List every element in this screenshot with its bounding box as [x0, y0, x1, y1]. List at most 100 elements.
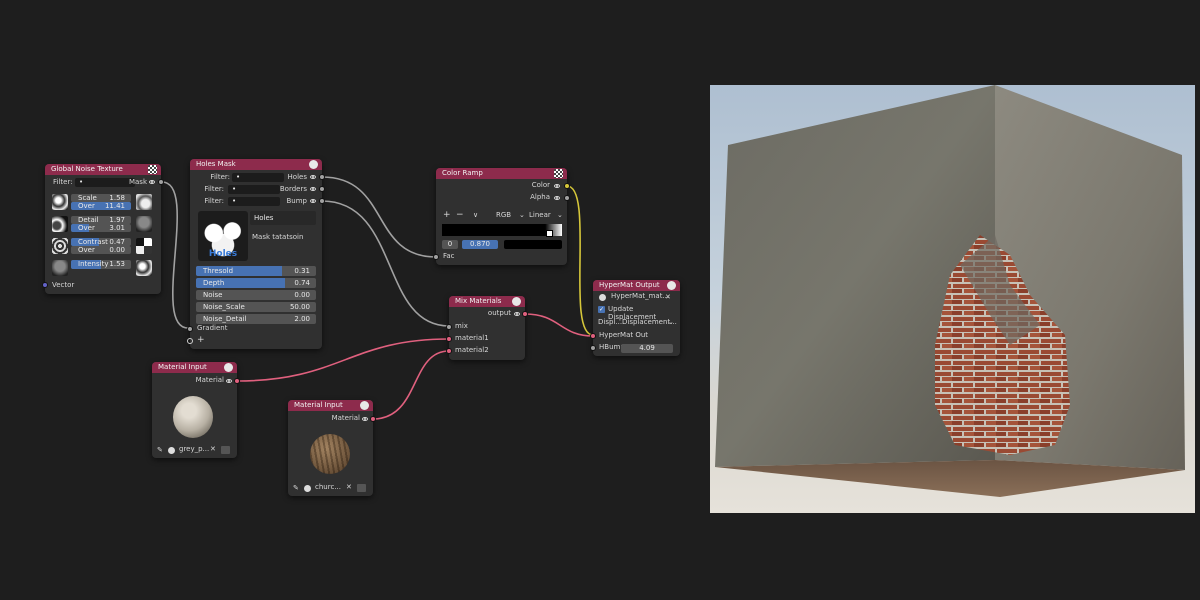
slider-value: 1.53 [109, 260, 125, 268]
slider-label: Noise [203, 291, 223, 299]
hbump-value-field[interactable]: 4.09 [621, 344, 673, 353]
bump-output-socket[interactable] [319, 198, 325, 204]
stop-index-field[interactable]: 0 [442, 240, 458, 249]
eye-icon[interactable] [362, 417, 368, 421]
mix-input-socket[interactable] [446, 324, 452, 330]
slider-value: 1.97 [109, 216, 125, 224]
link-bump-to-mix [321, 200, 450, 327]
noise-preview-thumbnail [136, 238, 152, 254]
node-header[interactable]: Holes Mask [190, 159, 322, 170]
add-socket-button[interactable]: + [197, 335, 205, 345]
noise-preview-thumbnail [52, 216, 68, 232]
update-displacement-checkbox[interactable]: ✓ [598, 306, 605, 313]
noise-preview-thumbnail [136, 194, 152, 210]
filter-field[interactable]: • [228, 185, 280, 194]
node-header[interactable]: Color Ramp [436, 168, 567, 179]
detail-over-slider[interactable]: Over 3.01 [71, 224, 131, 232]
noise-detail-slider[interactable]: Noise_Detail 2.00 [196, 314, 316, 324]
add-stop-button[interactable]: + [443, 211, 451, 220]
eye-icon[interactable] [310, 199, 316, 203]
material-icon [304, 485, 311, 492]
mask-output-label: Mask [128, 178, 147, 186]
eye-icon[interactable] [554, 196, 560, 200]
close-icon[interactable]: ✕ [210, 445, 216, 453]
filter-field[interactable]: • [232, 173, 284, 182]
color-ramp-node[interactable]: Color Ramp Color Alpha + − ∨ RGB ⌄ Linea… [433, 168, 570, 265]
node-header[interactable]: Global Noise Texture [45, 164, 161, 175]
slider-label: Over [78, 246, 95, 254]
interpolation-dropdown[interactable]: Linear [529, 211, 551, 220]
holes-mask-node[interactable]: Holes Mask Filter: • Holes Filter: • Bor… [187, 159, 325, 349]
material-output-socket[interactable] [370, 416, 376, 422]
borders-output-socket[interactable] [319, 186, 325, 192]
stop-position-field[interactable]: 0.870 [462, 240, 498, 249]
contrast-slider[interactable]: Contrast 0.47 [71, 238, 131, 246]
output-socket[interactable] [522, 311, 528, 317]
eye-icon[interactable] [310, 187, 316, 191]
ramp-menu-chevron[interactable]: ∨ [473, 211, 478, 220]
material-input-node-2[interactable]: Material Input Material ✎ churc... ✕ [288, 400, 376, 496]
material-output-socket[interactable] [234, 378, 240, 384]
fac-input-socket[interactable] [433, 254, 439, 260]
close-icon[interactable]: ✕ [346, 483, 352, 491]
preset-name-field[interactable]: Holes [250, 211, 316, 225]
material2-input-socket[interactable] [446, 348, 452, 354]
color-output-socket[interactable] [564, 183, 570, 189]
eye-icon[interactable] [149, 180, 155, 184]
noise-scale-slider[interactable]: Noise_Scale 50.00 [196, 302, 316, 312]
eye-icon[interactable] [226, 379, 232, 383]
global-noise-texture-node[interactable]: Global Noise Texture Filter: • Mask Scal… [42, 164, 164, 294]
node-header[interactable]: Material Input [152, 362, 237, 373]
material-name-field[interactable]: churc... [315, 483, 341, 491]
mask-output-socket[interactable] [158, 179, 164, 185]
detail-slider[interactable]: Detail 1.97 [71, 216, 131, 224]
browse-icon[interactable] [357, 484, 366, 492]
scale-over-slider[interactable]: Over 11.41 [71, 202, 131, 210]
contrast-over-slider[interactable]: Over 0.00 [71, 246, 131, 254]
node-header[interactable]: Mix Materials [449, 296, 525, 307]
hypermat-out-input-socket[interactable] [590, 333, 596, 339]
thresold-slider[interactable]: Thresold 0.31 [196, 266, 316, 276]
node-header[interactable]: Material Input [288, 400, 373, 411]
material-name-field[interactable]: HyperMat_mat... [611, 292, 669, 300]
edit-icon[interactable]: ✎ [157, 446, 163, 454]
mix-materials-node[interactable]: Mix Materials output mix material1 mater… [446, 296, 528, 360]
link-material2 [372, 350, 450, 420]
material-input-node-1[interactable]: Material Input Material ✎ grey_p... ✕ [152, 362, 240, 458]
eye-icon[interactable] [310, 175, 316, 179]
scale-slider[interactable]: Scale 1.58 [71, 194, 131, 202]
holes-output-socket[interactable] [319, 174, 325, 180]
preset-thumbnail[interactable]: Holes [198, 211, 248, 261]
hbump-input-socket[interactable] [590, 345, 596, 351]
depth-slider[interactable]: Depth 0.74 [196, 278, 316, 288]
gradient-input-socket[interactable] [187, 326, 193, 332]
node-header[interactable]: HyperMat Output [593, 280, 680, 291]
eye-icon[interactable] [554, 184, 560, 188]
filter-field[interactable]: • [75, 178, 135, 187]
intensity-slider[interactable]: Intensity 1.53 [71, 260, 131, 269]
color-stop-handle[interactable] [546, 230, 553, 237]
color-ramp-gradient[interactable] [442, 224, 562, 236]
stop-color-swatch[interactable] [504, 240, 562, 249]
eye-icon[interactable] [514, 312, 520, 316]
material1-input-socket[interactable] [446, 336, 452, 342]
node-group-icon [309, 160, 318, 169]
edit-icon[interactable]: ✎ [293, 484, 299, 492]
slider-value: 0.47 [109, 238, 125, 246]
alpha-output-socket[interactable] [564, 195, 570, 201]
vector-input-socket[interactable] [42, 282, 48, 288]
remove-stop-button[interactable]: − [456, 211, 464, 220]
hypermat-output-node[interactable]: HyperMat Output HyperMat_mat... ✕ ✓ Upda… [590, 280, 680, 356]
noise-slider[interactable]: Noise 0.00 [196, 290, 316, 300]
slider-label: Noise_Scale [203, 303, 245, 311]
filter-field[interactable]: • [228, 197, 280, 206]
close-icon[interactable]: ✕ [665, 292, 671, 302]
slider-label: Detail [78, 216, 99, 224]
color-mode-dropdown[interactable]: RGB [496, 211, 511, 220]
virtual-input-socket[interactable] [187, 338, 193, 344]
browse-icon[interactable] [221, 446, 230, 454]
material-preview-sphere [310, 434, 350, 474]
slider-value: 1.58 [109, 194, 125, 202]
node-group-icon [512, 297, 521, 306]
material-name-field[interactable]: grey_p... [179, 445, 209, 453]
